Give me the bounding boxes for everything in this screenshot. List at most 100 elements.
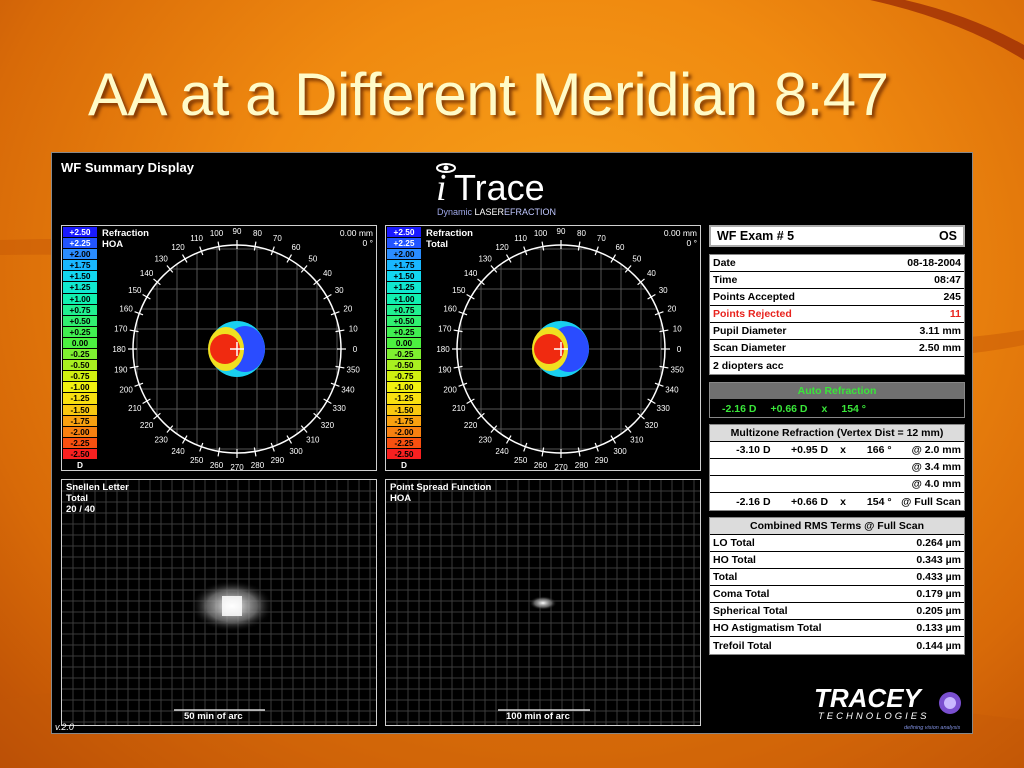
angle-label: 110 <box>190 234 203 243</box>
angle-label: 290 <box>271 456 285 465</box>
scale-cell: +0.25 <box>63 326 97 338</box>
scale-cell: -2.25 <box>387 437 421 449</box>
rms-title: Combined RMS Terms @ Full Scan <box>710 518 964 535</box>
refraction-total-map: 0 10 20 30 40 50 60 70 80 90 100 110 120 130 140 150 160… <box>385 225 701 471</box>
scale-cell: -1.75 <box>63 415 97 427</box>
scale-cell: -1.00 <box>63 382 97 394</box>
angle-label: 320 <box>321 421 335 430</box>
map-label: Refraction Total <box>426 228 473 250</box>
angle-label: 220 <box>140 421 154 430</box>
info-row: Scan Diameter 2.50 mm <box>710 340 964 357</box>
info-row: Pupil Diameter 3.11 mm <box>710 323 964 340</box>
refraction-hoa-map: 0 10 20 30 40 50 60 70 80 90 100 110 120 130 140 150 160… <box>61 225 377 471</box>
svg-text:Dynamic LASEREFRACTION: Dynamic LASEREFRACTION <box>437 207 556 217</box>
multizone-refraction-table: Multizone Refraction (Vertex Dist = 12 m… <box>709 424 965 511</box>
angle-label: 10 <box>349 325 358 334</box>
scale-cell: +2.50 <box>63 227 97 239</box>
scale-cell: -1.00 <box>387 382 421 394</box>
angle-label: 170 <box>114 325 128 334</box>
rms-row: Coma Total 0.179 µm <box>710 586 964 603</box>
multizone-row: -3.10 D +0.95 Dx 166 ° @ 2.0 mm <box>710 442 964 459</box>
angle-label: 80 <box>253 229 262 238</box>
tracey-name: TRACEY <box>814 683 924 713</box>
map-canvas: 0 10 20 3040 50 60 70 80 90 100 110 120130140 150 160… <box>112 227 360 471</box>
multizone-title: Multizone Refraction (Vertex Dist = 12 m… <box>710 425 964 442</box>
psf-spot <box>529 596 557 610</box>
snellen-type: Total <box>66 493 88 504</box>
rms-row: HO Astigmatism Total 0.133 µm <box>710 620 964 637</box>
scale-cell: -1.25 <box>387 393 421 405</box>
map-offset: 0.00 mm 0 ° <box>663 228 697 248</box>
itrace-logo: i Trace Dynamic LASEREFRACTION <box>436 163 556 217</box>
scale-cell: -1.50 <box>63 404 97 416</box>
scale-cell: -2.50 <box>387 448 421 460</box>
rms-row: Trefoil Total 0.144 µm <box>713 639 961 652</box>
angle-label: 240 <box>171 447 185 456</box>
angle-label: 140 <box>140 269 154 278</box>
angle-label: 200 <box>119 385 133 394</box>
info-row: Date 08-18-2004 <box>710 255 964 272</box>
angle-label: 170 <box>438 325 452 334</box>
angle-label: 250 <box>190 456 204 465</box>
angle-label: 190 <box>438 365 452 374</box>
angle-label: 310 <box>306 435 320 444</box>
angle-label: 330 <box>333 404 347 413</box>
angle-label: 120 <box>495 243 509 252</box>
angle-label: 0 <box>353 345 358 354</box>
angle-label: 240 <box>495 447 509 456</box>
angle-label: 130 <box>154 255 168 264</box>
angle-label: 270 <box>554 463 568 471</box>
scale-cell: -1.75 <box>387 415 421 427</box>
angle-label: 270 <box>230 463 244 471</box>
angle-label: 110 <box>514 234 527 243</box>
rms-row: Total 0.433 µm <box>710 569 964 586</box>
angle-label: 280 <box>575 461 589 470</box>
exam-header: WF Exam # 5 OS <box>709 225 965 247</box>
scale-cell: +2.50 <box>387 227 421 239</box>
scale-cell: -1.50 <box>387 404 421 416</box>
scale-cell: +2.00 <box>63 249 97 261</box>
scale-cell: -0.25 <box>63 349 97 361</box>
angle-label: 70 <box>597 234 606 243</box>
scale-cell: +2.25 <box>63 238 97 250</box>
angle-label: 100 <box>210 229 224 238</box>
scale-cell: +1.50 <box>387 271 421 283</box>
angle-label: 210 <box>128 404 142 413</box>
angle-label: 250 <box>514 456 528 465</box>
angle-label: 300 <box>289 447 303 456</box>
scale-cell: 0.00 <box>63 337 97 350</box>
diopter-scale: +2.50 +2.25 +2.00 +1.75 +1.50 +1.25 +1.00 +0.75… <box>63 227 97 470</box>
angle-label: 200 <box>443 385 457 394</box>
scale-cell: -1.25 <box>63 393 97 405</box>
scale-cell: +1.25 <box>63 282 97 294</box>
angle-label: 80 <box>577 229 586 238</box>
snellen-letter <box>222 596 242 616</box>
angle-label: 130 <box>478 255 492 264</box>
scale-cell: +0.50 <box>387 315 421 327</box>
auto-refraction-title: Auto Refraction <box>710 383 964 400</box>
wf-summary-screen: WF Summary Display i Trace Dynamic LASER… <box>51 152 973 734</box>
scale-cell: -0.75 <box>63 371 97 383</box>
angle-label: 230 <box>154 435 168 444</box>
angle-label: 210 <box>452 404 466 413</box>
scale-unit: D <box>387 459 421 470</box>
psf-panel: Point Spread Function HOA 100 min of arc <box>385 479 701 726</box>
angle-label: 50 <box>308 255 317 264</box>
scale-cell: -2.00 <box>63 426 97 438</box>
grid-canvas <box>386 480 700 725</box>
angle-label: 30 <box>659 286 668 295</box>
scale-cell: -0.75 <box>387 371 421 383</box>
rms-row: HO Total 0.343 µm <box>710 552 964 569</box>
angle-label: 340 <box>665 385 679 394</box>
angle-label: 140 <box>464 269 478 278</box>
angle-label: 150 <box>128 286 142 295</box>
angle-label: 100 <box>534 229 548 238</box>
scale-cell: -2.00 <box>387 426 421 438</box>
tracey-sub: TECHNOLOGIES <box>818 711 930 722</box>
scale-cell: +1.00 <box>387 293 421 305</box>
scale-cell: +2.25 <box>387 238 421 250</box>
angle-label: 280 <box>251 461 265 470</box>
scale-cell: +1.75 <box>63 260 97 272</box>
scale-cell: +0.25 <box>387 326 421 338</box>
angle-label: 330 <box>657 404 671 413</box>
